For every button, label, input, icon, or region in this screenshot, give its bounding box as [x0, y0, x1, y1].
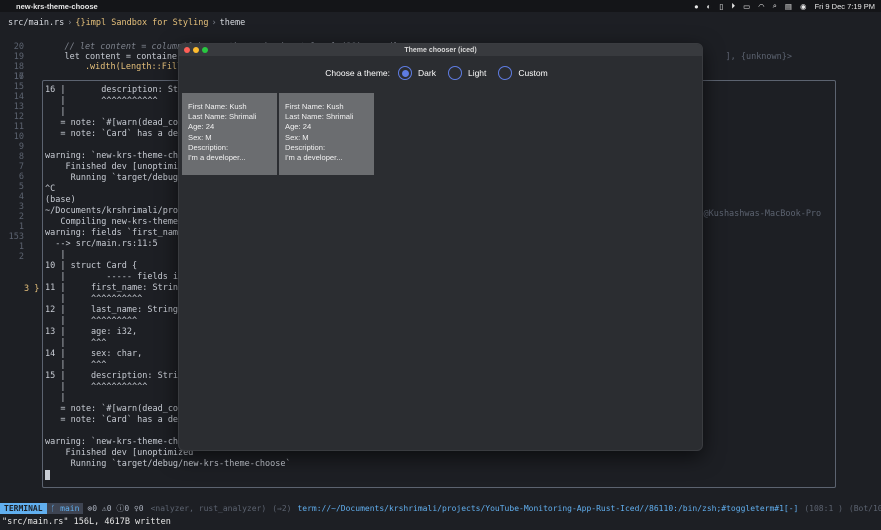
terminal-line: ~/Documents/krshrimali/projec — [45, 206, 194, 216]
card-first-name: First Name: Kush — [285, 102, 344, 111]
theme-option-label: Dark — [418, 68, 436, 78]
terminal-line: 14 | sex: char, — [45, 349, 143, 359]
code-line: 17 — [13, 72, 24, 82]
terminal-line: | ^^^ — [45, 338, 107, 348]
terminal-line: --> src/main.rs:11:5 — [45, 239, 158, 249]
terminal-line: 12 | last_name: String, — [45, 305, 184, 315]
card-last-name: Last Name: Shrimali — [285, 112, 354, 122]
card-age: Age: 24 — [188, 122, 215, 132]
wifi-icon[interactable]: ◠ — [758, 2, 765, 11]
card-last-name: Last Name: Shrimali — [188, 112, 257, 122]
terminal-line: 15 | description: String, — [45, 371, 194, 381]
card-description: I'm a developer... — [285, 153, 343, 163]
radio-custom[interactable] — [498, 66, 513, 80]
terminal-line: 11 | first_name: String, — [45, 283, 189, 293]
git-branch-icon: ᚴ — [50, 504, 61, 513]
terminal-line: 13 | age: i32, — [45, 327, 138, 337]
menu-bar: new-krs-theme-choose ● ◐ ▯ ⏵ ▭ ◠ ⌕ ▤ ◉ F… — [0, 0, 881, 12]
battery-status-icon[interactable]: ▯ — [719, 2, 723, 11]
cursor-position: (108:1 ) — [804, 504, 843, 513]
mode-indicator: TERMINAL — [0, 503, 47, 514]
terminal-line: Compiling new-krs-theme-ch — [45, 217, 194, 227]
minimize-window-button[interactable] — [193, 47, 199, 53]
terminal-line: | ^^^^^^^^^^^ — [45, 96, 158, 106]
terminal-line: | ^^^^^^^^^^ — [45, 294, 143, 304]
terminal-line: ^C — [45, 184, 56, 194]
code-line: 19 let content = container(c — [13, 52, 193, 62]
theme-option-label: Light — [467, 68, 487, 78]
window-count: (⇒2) — [272, 504, 292, 513]
iced-app-window[interactable]: Theme chooser (iced) Choose a theme: Dar… — [178, 43, 703, 451]
app-name-menu[interactable]: new-krs-theme-choose — [16, 2, 98, 11]
breadcrumb-symbol[interactable]: theme — [220, 18, 246, 28]
zoom-window-button[interactable] — [202, 47, 208, 53]
code-line-tail: ], {unknown}> — [725, 52, 793, 62]
terminal-line: | ^^^^^^^^^^^ — [45, 382, 148, 392]
search-icon[interactable]: ⌕ — [773, 1, 777, 11]
terminal-line: = note: `Card` has a deriv — [45, 415, 194, 425]
window-title: Theme chooser (iced) — [404, 46, 477, 54]
card-first-name: First Name: Kush — [188, 102, 247, 111]
terminal-line: = note: `Card` has a deriv — [45, 129, 194, 139]
window-titlebar[interactable]: Theme chooser (iced) — [179, 44, 702, 56]
card-description-label: Description: — [285, 142, 326, 152]
breadcrumb-file[interactable]: src/main.rs — [8, 18, 64, 28]
terminal-line: Running `target/debug/ne — [45, 173, 194, 183]
card-description-label: Description: — [188, 142, 229, 152]
card-sex: Sex: M — [188, 132, 212, 142]
breadcrumb: src/main.rs › {}impl Sandbox for Styling › t… — [8, 18, 246, 28]
lsp-clients: <nalyzer, rust_analyzer) — [150, 504, 267, 513]
terminal-line: Finished dev [unoptimized — [45, 448, 194, 458]
close-window-button[interactable] — [184, 47, 190, 53]
radio-dark[interactable] — [398, 66, 413, 80]
terminal-line: warning: fields `first_name`, — [45, 228, 194, 238]
git-branch[interactable]: ᚴ main — [46, 503, 84, 514]
control-center-icon[interactable]: ▤ — [785, 2, 792, 11]
code-line: 18 .width(Length::Fill) — [13, 62, 188, 72]
diagnostics-summary[interactable]: ⊗0 ⚠0 ⓘ0 ♀0 — [83, 503, 147, 514]
terminal-line: Running `target/debug/new-krs-theme-choo… — [45, 459, 291, 469]
terminal-line: | ^^^ — [45, 360, 107, 370]
terminal-line: = note: `#[warn(dead_code)] — [45, 118, 199, 128]
card-description: I'm a developer... — [188, 153, 246, 163]
play-icon[interactable]: ⏵ — [731, 1, 735, 11]
terminal-line: warning: `new-krs-theme-choos — [45, 151, 194, 161]
choose-theme-label: Choose a theme: — [325, 68, 391, 78]
theme-option-custom[interactable]: Custom — [498, 66, 548, 80]
terminal-line: | — [45, 250, 66, 260]
theme-option-label: Custom — [518, 68, 548, 78]
theme-option-light[interactable]: Light — [447, 66, 487, 80]
clock[interactable]: Fri 9 Dec 7:19 PM — [815, 2, 875, 11]
terminal-buffer-name: term://~/Documents/krshrimali/projects/Y… — [297, 504, 799, 513]
theme-chooser: Choose a theme: Dark Light Custom — [179, 66, 702, 80]
terminal-line: | — [45, 393, 66, 403]
terminal-line: (base) — [45, 195, 76, 205]
battery-icon[interactable]: ▭ — [743, 2, 750, 11]
record-icon[interactable]: ● — [694, 2, 699, 11]
terminal-line: | ----- fields in th — [45, 272, 199, 282]
card-age: Age: 24 — [285, 122, 312, 132]
terminal-line: | ^^^^^^^^^ — [45, 316, 138, 326]
radio-selected-dot — [401, 69, 409, 77]
command-line[interactable]: "src/main.rs" 156L, 4617B written — [0, 517, 171, 528]
card-sex: Sex: M — [285, 132, 309, 142]
terminal-line: Finished dev [unoptimized — [45, 162, 194, 172]
menu-bar-status-area: ● ◐ ▯ ⏵ ▭ ◠ ⌕ ▤ ◉ Fri 9 Dec 7:19 PM — [694, 1, 875, 11]
profile-card: First Name: Kush Last Name: Shrimali Age… — [279, 93, 374, 175]
terminal-line: = note: `#[warn(dead_code)] — [45, 404, 199, 414]
terminal-cursor — [45, 470, 50, 480]
terminal-line: | — [45, 107, 66, 117]
status-line: TERMINAL ᚴ main ⊗0 ⚠0 ⓘ0 ♀0 <nalyzer, ru… — [0, 503, 881, 514]
scroll-position: (Bot/108) — [848, 504, 881, 513]
profile-card: First Name: Kush Last Name: Shrimali Age… — [182, 93, 277, 175]
theme-option-dark[interactable]: Dark — [398, 66, 436, 80]
app-icon[interactable]: ◐ — [707, 2, 712, 11]
terminal-line: warning: `new-krs-theme-choos — [45, 437, 194, 447]
siri-icon[interactable]: ◉ — [800, 2, 807, 11]
terminal-right-prompt: mali@Kushashwas-MacBook-Pro — [683, 209, 822, 219]
radio-light[interactable] — [447, 66, 462, 80]
breadcrumb-impl[interactable]: {}impl Sandbox for Styling — [75, 18, 208, 28]
code-line: 20 // let content = column![choose_theme… — [13, 42, 397, 52]
terminal-line: 10 | struct Card { — [45, 261, 138, 271]
